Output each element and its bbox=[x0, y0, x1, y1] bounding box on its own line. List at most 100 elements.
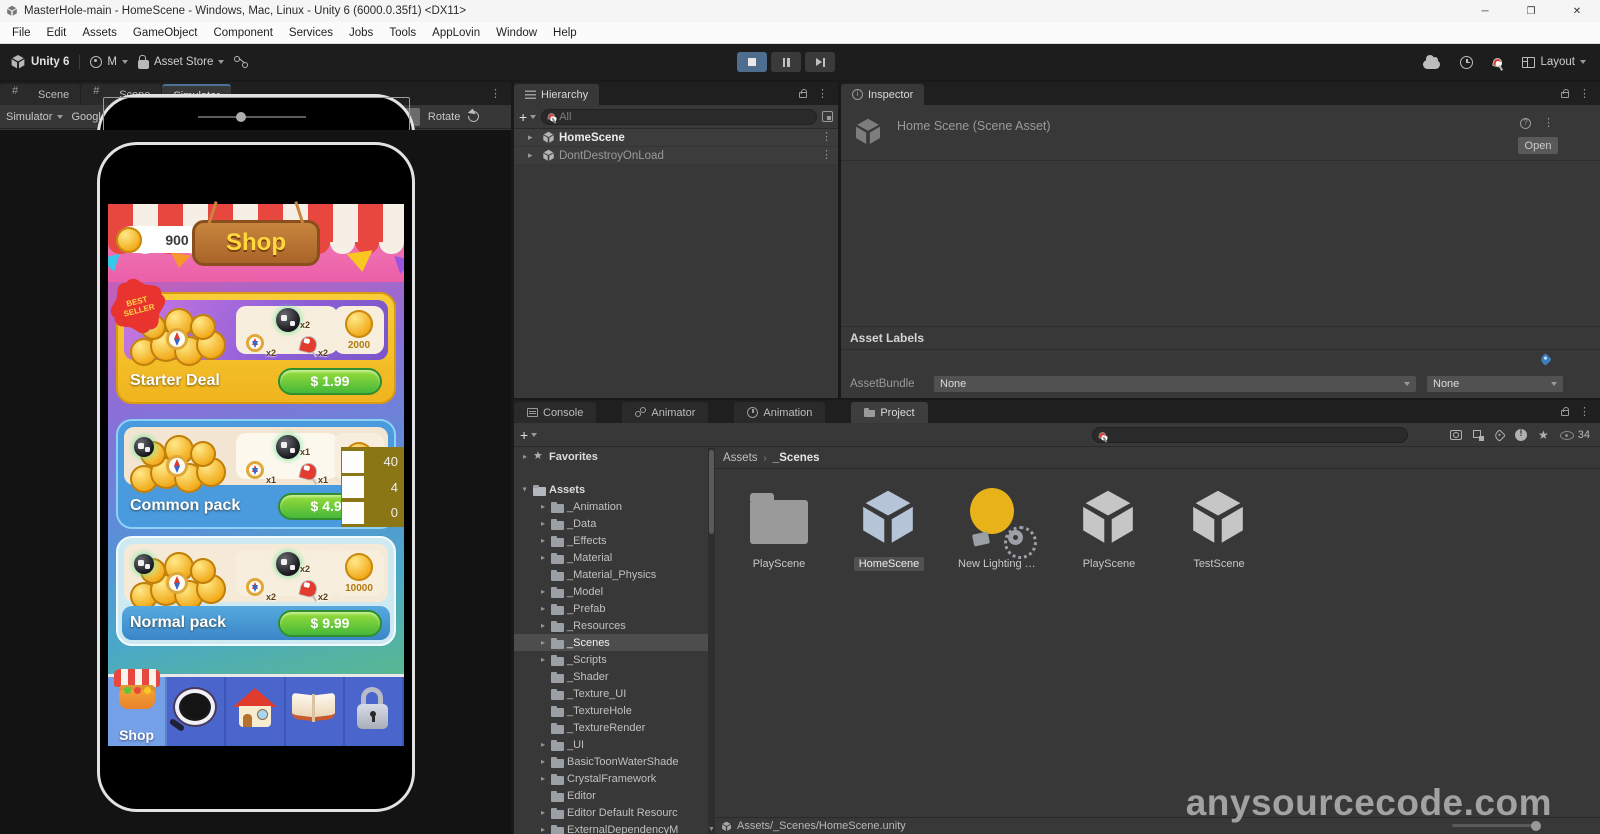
minimize-button[interactable]: ─ bbox=[1462, 0, 1508, 22]
nav-item[interactable] bbox=[286, 677, 345, 746]
bottom-tab[interactable]: Project bbox=[851, 402, 928, 423]
project-search-input[interactable] bbox=[1110, 429, 1401, 441]
tree-row[interactable]: ▸ Favorites bbox=[514, 448, 708, 465]
foldout-arrow[interactable]: ▸ bbox=[538, 638, 548, 647]
asset-item[interactable]: TestScene bbox=[1177, 487, 1261, 571]
menu-item[interactable]: Component bbox=[205, 27, 280, 39]
nav-item[interactable] bbox=[345, 677, 404, 746]
foldout-arrow[interactable]: ▸ bbox=[520, 452, 530, 461]
cloud-icon[interactable] bbox=[1423, 54, 1441, 69]
menu-item[interactable]: GameObject bbox=[125, 27, 206, 39]
tree-row[interactable]: ▸ Assets bbox=[514, 481, 708, 498]
tab-inspector[interactable]: Inspector bbox=[841, 84, 925, 105]
menu-item[interactable]: Jobs bbox=[341, 27, 381, 39]
tree-row[interactable]: ▸ CrystalFramework bbox=[514, 770, 708, 787]
kebab-menu-icon[interactable]: ⋮ bbox=[815, 145, 838, 166]
foldout-arrow[interactable]: ▸ bbox=[538, 621, 548, 630]
menu-item[interactable]: File bbox=[4, 27, 39, 39]
layout-dropdown[interactable]: Layout bbox=[1522, 56, 1586, 68]
menu-item[interactable]: Help bbox=[545, 27, 585, 39]
project-search[interactable] bbox=[1092, 427, 1408, 443]
tree-row[interactable]: ▸ _TextureRender bbox=[514, 719, 708, 736]
version-control-icon[interactable] bbox=[234, 56, 249, 68]
help-icon[interactable] bbox=[1520, 118, 1531, 129]
kebab-menu-icon[interactable]: ⋮ bbox=[1573, 402, 1596, 423]
tree-row[interactable]: ▸ _Prefab bbox=[514, 600, 708, 617]
breadcrumb-root[interactable]: Assets bbox=[723, 452, 758, 464]
pause-button[interactable] bbox=[771, 52, 801, 72]
buy-button[interactable]: $ 9.99 bbox=[278, 609, 382, 637]
tree-row[interactable]: ▸ Editor Default Resourc bbox=[514, 804, 708, 821]
menu-item[interactable]: Edit bbox=[39, 27, 75, 39]
scrollbar-thumb[interactable] bbox=[709, 450, 714, 534]
search-by-type-icon[interactable] bbox=[1449, 430, 1462, 440]
foldout-arrow[interactable]: ▸ bbox=[538, 536, 548, 545]
history-icon[interactable] bbox=[1460, 55, 1474, 69]
tree-row[interactable]: ▸ BasicToonWaterShade bbox=[514, 753, 708, 770]
foldout-arrow[interactable]: ▸ bbox=[538, 757, 548, 766]
search-filter-icon[interactable] bbox=[822, 111, 833, 122]
bottom-tab[interactable]: Console bbox=[514, 402, 597, 423]
simulator-mode-dropdown[interactable]: Simulator bbox=[6, 111, 64, 123]
tree-row[interactable]: ▸ Editor bbox=[514, 787, 708, 804]
normal-pack-card[interactable]: x2 x2 x2 10000 Normal pack $ 9.99 bbox=[116, 536, 396, 646]
search-icon[interactable] bbox=[1492, 56, 1504, 68]
menu-item[interactable]: Tools bbox=[381, 27, 424, 39]
asset-item[interactable]: New Lighting Setti... bbox=[957, 487, 1045, 571]
label-filter-icon[interactable] bbox=[1493, 428, 1506, 442]
bottom-tab[interactable]: Animator bbox=[622, 402, 709, 423]
foldout-arrow[interactable]: ▸ bbox=[538, 655, 548, 664]
close-button[interactable]: ✕ bbox=[1554, 0, 1600, 22]
asset-item[interactable]: HomeScene bbox=[847, 487, 931, 571]
visibility-eye-icon[interactable] bbox=[1559, 430, 1574, 440]
account-dropdown[interactable]: M bbox=[90, 56, 128, 68]
open-scene-button[interactable]: Open bbox=[1518, 137, 1558, 154]
tree-row[interactable]: ▸ _Scripts bbox=[514, 651, 708, 668]
tree-row[interactable]: ▸ _Data bbox=[514, 515, 708, 532]
asset-store-dropdown[interactable]: Asset Store bbox=[137, 54, 225, 69]
rotate-icon[interactable] bbox=[466, 108, 482, 125]
foldout-arrow[interactable]: ▸ bbox=[538, 604, 548, 613]
tree-row[interactable]: ▸ _Material bbox=[514, 549, 708, 566]
buy-button[interactable]: $ 1.99 bbox=[278, 367, 382, 395]
bottom-tab[interactable]: Animation bbox=[734, 402, 826, 423]
foldout-arrow[interactable]: ▸ bbox=[538, 502, 548, 511]
tab-hierarchy[interactable]: Hierarchy bbox=[514, 84, 600, 105]
asset-item[interactable]: PlayScene bbox=[737, 487, 821, 571]
packages-filter-icon[interactable] bbox=[1472, 429, 1484, 441]
add-gameobject-button[interactable]: + bbox=[519, 109, 537, 125]
tree-scrollbar[interactable]: ▼ bbox=[708, 448, 715, 834]
tree-row[interactable]: ▸ _Material_Physics bbox=[514, 566, 708, 583]
foldout-arrow[interactable]: ▸ bbox=[538, 553, 548, 562]
foldout-arrow[interactable]: ▸ bbox=[538, 519, 548, 528]
kebab-menu-icon[interactable]: ⋮ bbox=[1537, 113, 1560, 134]
lock-icon[interactable] bbox=[1561, 406, 1569, 416]
nav-item[interactable]: Shop bbox=[108, 669, 168, 746]
tree-row[interactable]: ▸ _Effects bbox=[514, 532, 708, 549]
foldout-arrow[interactable]: ▸ bbox=[538, 587, 548, 596]
tree-row[interactable]: ▸ _Scenes bbox=[514, 634, 708, 651]
lock-icon[interactable] bbox=[1561, 88, 1569, 98]
menu-item[interactable]: Services bbox=[281, 27, 341, 39]
maximize-button[interactable]: ❐ bbox=[1508, 0, 1554, 22]
tree-row[interactable]: ▸ _Resources bbox=[514, 617, 708, 634]
asset-item[interactable]: PlayScene bbox=[1067, 487, 1151, 571]
create-asset-button[interactable]: + bbox=[520, 427, 538, 443]
hierarchy-row[interactable]: ▸ HomeScene ⋮ bbox=[514, 129, 838, 147]
tree-row[interactable]: ▸ ExternalDependencyM bbox=[514, 821, 708, 834]
assetbundle-dropdown[interactable]: None bbox=[934, 375, 1416, 392]
menu-item[interactable]: Assets bbox=[74, 27, 125, 39]
tree-row[interactable]: ▸ _Shader bbox=[514, 668, 708, 685]
assetbundle-variant-dropdown[interactable]: None bbox=[1427, 375, 1563, 392]
foldout-arrow[interactable]: ▸ bbox=[538, 774, 548, 783]
nav-item[interactable] bbox=[167, 677, 227, 746]
tree-row[interactable]: ▸ _UI bbox=[514, 736, 708, 753]
search-input[interactable] bbox=[559, 110, 810, 123]
lock-icon[interactable] bbox=[799, 88, 807, 98]
foldout-arrow[interactable]: ▸ bbox=[521, 485, 530, 495]
starter-deal-card[interactable]: BEST SELLER x2 x2 x2 2000 Starter Deal $… bbox=[113, 281, 396, 404]
kebab-menu-icon[interactable]: ⋮ bbox=[484, 84, 507, 105]
alert-icon[interactable] bbox=[1514, 428, 1527, 441]
tree-row[interactable]: ▸ _Texture_UI bbox=[514, 685, 708, 702]
breadcrumb-current[interactable]: _Scenes bbox=[773, 452, 820, 464]
